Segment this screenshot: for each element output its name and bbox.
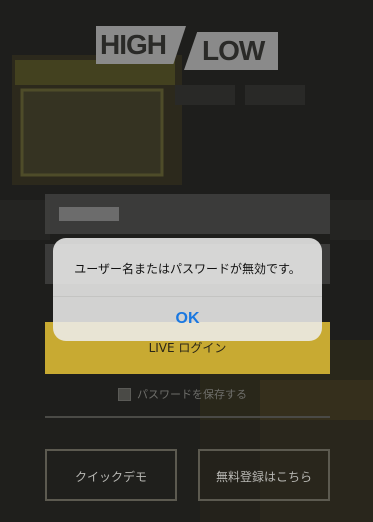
save-password-row[interactable]: パスワードを保存する — [118, 385, 247, 403]
save-password-checkbox[interactable] — [118, 387, 131, 401]
username-value-obscured — [59, 207, 119, 221]
logo-low-block: LOW — [184, 32, 278, 70]
alert-message: ユーザー名またはパスワードが無効です。 — [74, 262, 301, 276]
logo-high-block: HIGH — [96, 26, 186, 64]
logo-low-text: LOW — [202, 35, 265, 66]
username-field[interactable] — [45, 194, 330, 234]
quick-demo-button[interactable]: クイックデモ — [45, 449, 177, 501]
save-password-label: パスワードを保存する — [137, 388, 247, 401]
logo-high-text: HIGH — [100, 29, 167, 60]
free-register-button[interactable]: 無料登録はこちら — [198, 449, 330, 501]
alert-ok-button[interactable]: OK — [53, 297, 322, 341]
error-alert-dialog: ユーザー名またはパスワードが無効です。 OK — [53, 238, 322, 341]
divider — [45, 416, 330, 418]
highlow-logo: HIGH LOW — [96, 26, 278, 70]
